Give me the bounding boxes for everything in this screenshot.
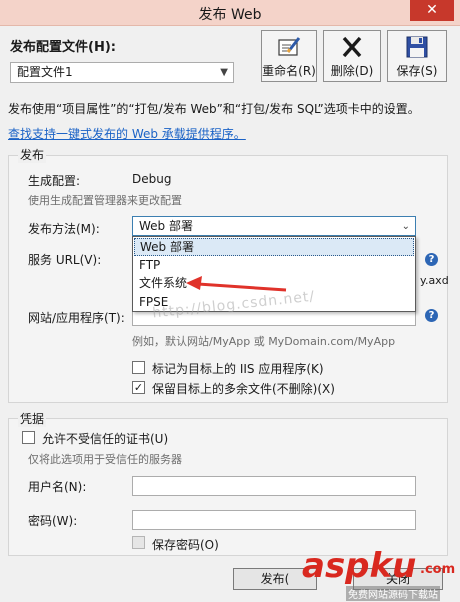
build-config-value: Debug: [132, 172, 172, 186]
service-url-help-icon[interactable]: ?: [425, 253, 438, 266]
rename-button[interactable]: 重命名(R): [261, 30, 317, 82]
password-label: 密码(W):: [28, 514, 78, 528]
iis-app-label: 标记为目标上的 IIS 应用程序(K): [152, 362, 324, 376]
profile-select[interactable]: 配置文件1 ▼: [10, 62, 234, 83]
save-password-label: 保存密码(O): [152, 538, 219, 552]
iis-app-checkbox[interactable]: [132, 361, 145, 374]
brand-watermark: aspku .com 免费网站源码下载站: [302, 546, 458, 601]
publish-method-select[interactable]: Web 部署 ⌄: [132, 216, 416, 236]
info-text: 发布使用“项目属性”的“打包/发布 Web”和“打包/发布 SQL”选项卡中的设…: [8, 102, 420, 116]
service-url-suffix: y.axd: [420, 274, 449, 287]
window-title: 发布 Web: [198, 7, 262, 23]
credentials-group-title: 凭据: [18, 410, 47, 427]
rename-icon: [278, 37, 301, 56]
untrusted-cert-checkbox[interactable]: [22, 431, 35, 444]
site-app-label: 网站/应用程序(T):: [28, 311, 125, 325]
close-window-button[interactable]: ✕: [410, 0, 454, 21]
save-button[interactable]: 保存(S): [387, 30, 447, 82]
floppy-disk-icon: [406, 36, 428, 58]
keep-files-checkbox[interactable]: ✓: [132, 381, 145, 394]
brand-logo-text: aspku: [302, 546, 417, 586]
site-app-help-icon[interactable]: ?: [425, 309, 438, 322]
method-option-web-deploy[interactable]: Web 部署: [134, 238, 414, 256]
username-label: 用户名(N):: [28, 480, 87, 494]
hosting-providers-link[interactable]: 查找支持一键式发布的 Web 承载提供程序。: [8, 125, 246, 142]
delete-label: 删除(D): [330, 64, 374, 78]
delete-button[interactable]: 删除(D): [323, 30, 381, 82]
profile-select-value: 配置文件1: [17, 65, 73, 79]
chevron-down-icon: ⌄: [401, 221, 410, 232]
publish-method-value: Web 部署: [139, 219, 193, 233]
username-input[interactable]: [132, 476, 416, 496]
chevron-down-icon: ▼: [220, 67, 228, 78]
service-url-label: 服务 URL(V):: [28, 253, 102, 267]
publish-group-title: 发布: [18, 146, 47, 163]
delete-x-icon: [342, 36, 362, 58]
build-config-label: 生成配置:: [28, 174, 81, 188]
rename-label: 重命名(R): [262, 64, 316, 78]
profile-label: 发布配置文件(H):: [10, 40, 116, 55]
untrusted-cert-hint: 仅将此选项用于受信任的服务器: [28, 453, 182, 466]
untrusted-cert-label: 允许不受信任的证书(U): [42, 432, 169, 446]
save-label: 保存(S): [396, 64, 438, 78]
keep-files-label: 保留目标上的多余文件(不删除)(X): [152, 382, 335, 396]
title-bar: 发布 Web ✕: [0, 0, 460, 26]
password-input[interactable]: [132, 510, 416, 530]
publish-method-label: 发布方法(M):: [28, 222, 100, 236]
brand-logo-tld: .com: [420, 562, 456, 577]
brand-subtitle: 免费网站源码下载站: [346, 586, 440, 601]
build-config-hint: 使用生成配置管理器来更改配置: [28, 194, 182, 207]
save-password-checkbox[interactable]: [132, 536, 145, 549]
site-app-example: 例如，默认网站/MyApp 或 MyDomain.com/MyApp: [132, 335, 396, 348]
